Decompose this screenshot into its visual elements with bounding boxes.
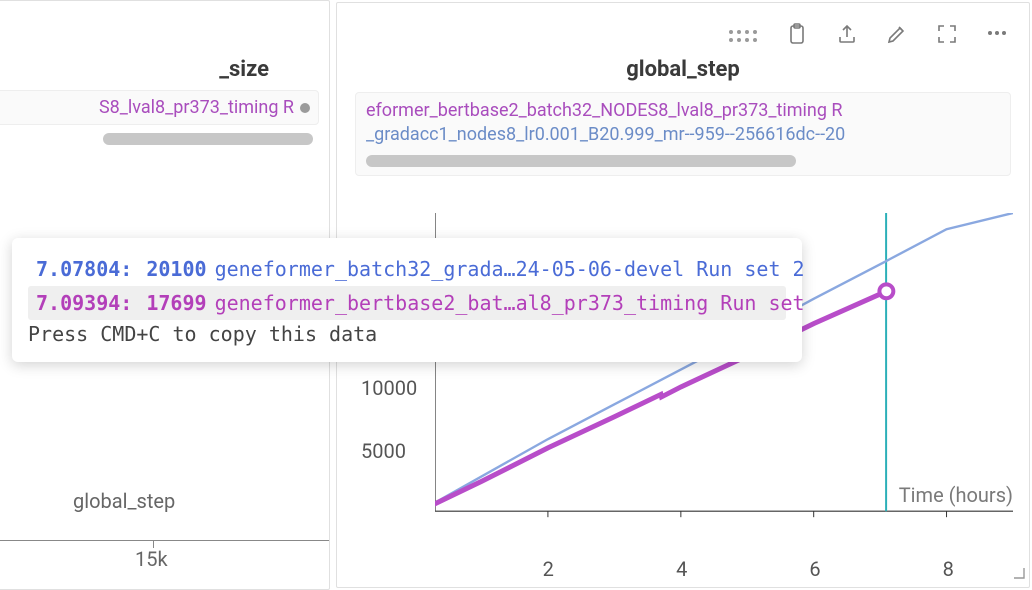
left-legend-text: S8_lval8_pr373_timing R	[99, 97, 294, 118]
drag-handle-icon[interactable]	[729, 28, 759, 44]
tooltip-time: 7.07804:	[36, 252, 132, 286]
more-icon[interactable]	[985, 21, 1009, 51]
hover-tooltip: 7.07804: 20100 geneformer_batch32_grada……	[12, 238, 802, 362]
export-icon[interactable]	[835, 22, 859, 50]
left-chart-title: _size	[0, 57, 269, 82]
xtick-8: 8	[943, 557, 954, 581]
fullscreen-icon[interactable]	[935, 22, 959, 50]
xtick-4: 4	[676, 557, 687, 581]
resize-handle-icon[interactable]	[1013, 567, 1025, 583]
chart-toolbar	[729, 21, 1009, 51]
legend-run-2[interactable]: _gradacc1_nodes8_lr0.001_B20.999_mr--959…	[366, 123, 1000, 147]
tooltip-copy-hint: Press CMD+C to copy this data	[28, 322, 786, 346]
tooltip-row: 7.09394: 17699 geneformer_bertbase2_bat……	[28, 286, 786, 320]
left-legend-box[interactable]: S8_lval8_pr373_timing R	[0, 90, 319, 125]
scroll-thumb-icon	[300, 103, 310, 113]
edit-icon[interactable]	[885, 22, 909, 50]
left-legend-scrollbar[interactable]	[0, 131, 319, 147]
clipboard-icon[interactable]	[785, 22, 809, 50]
tooltip-run-name: geneformer_bertbase2_bat…al8_pr373_timin…	[215, 286, 805, 320]
tooltip-time: 7.09394:	[36, 286, 132, 320]
tooltip-step: 17699	[146, 286, 206, 320]
tooltip-step: 20100	[146, 252, 206, 286]
left-x-axis-label: global_step	[73, 489, 175, 513]
tooltip-run-name: geneformer_batch32_grada…24-05-06-devel …	[215, 252, 805, 286]
right-x-axis-label: Time (hours)	[899, 483, 1013, 507]
right-legend-box[interactable]: eformer_bertbase2_batch32_NODES8_lval8_p…	[355, 92, 1011, 176]
xtick-2: 2	[543, 557, 554, 581]
ytick-10000: 10000	[361, 376, 417, 400]
xtick-6: 6	[809, 557, 820, 581]
legend-run-1[interactable]: eformer_bertbase2_batch32_NODES8_lval8_p…	[366, 99, 1000, 123]
left-xtick-1: 15k	[135, 547, 168, 571]
ytick-5000: 5000	[361, 439, 406, 463]
right-legend-scrollbar[interactable]	[366, 155, 796, 167]
tooltip-row: 7.07804: 20100 geneformer_batch32_grada……	[28, 252, 786, 286]
right-chart-title: global_step	[337, 57, 1029, 82]
